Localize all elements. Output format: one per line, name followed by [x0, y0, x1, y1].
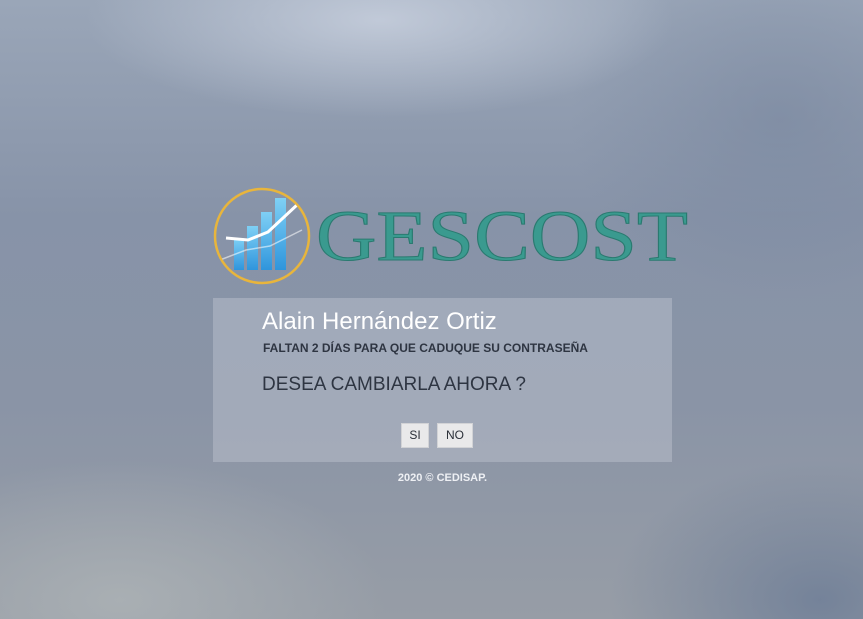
- password-expiry-dialog: Alain Hernández Ortiz FALTAN 2 DÍAS PARA…: [213, 298, 672, 462]
- copyright-footer: 2020 © CEDISAP.: [397, 472, 488, 484]
- user-name: Alain Hernández Ortiz: [262, 308, 497, 335]
- no-button[interactable]: NO: [437, 423, 473, 448]
- yes-button[interactable]: SI: [401, 423, 429, 448]
- change-password-question: DESEA CAMBIARLA AHORA ?: [262, 374, 526, 395]
- brand-wordmark: GESCOST: [316, 196, 688, 276]
- password-expiry-warning: FALTAN 2 DÍAS PARA QUE CADUQUE SU CONTRA…: [263, 341, 588, 355]
- gescost-logo: GESCOST: [212, 186, 692, 286]
- bar-chart-icon: [213, 187, 311, 285]
